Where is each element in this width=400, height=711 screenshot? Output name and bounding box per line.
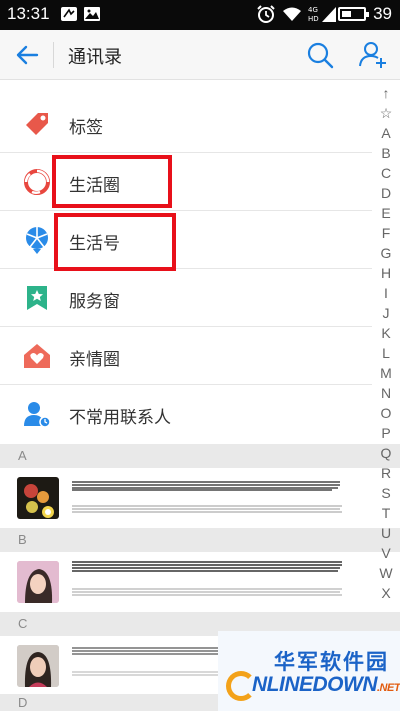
index-letter[interactable]: F <box>372 225 400 241</box>
index-letter[interactable]: D <box>372 185 400 201</box>
index-letter[interactable]: S <box>372 485 400 501</box>
app-bar: 通讯录 <box>0 30 400 80</box>
menu-item-family-circle[interactable]: 亲情圈 <box>0 327 372 385</box>
redacted-name-scribble <box>72 561 342 596</box>
watermark-english-text: NLINEDOWN.NET <box>252 673 400 697</box>
index-letter[interactable]: R <box>372 465 400 481</box>
menu-item-infrequent-contacts[interactable]: 不常用联系人 <box>0 385 372 443</box>
index-letter[interactable]: X <box>372 585 400 601</box>
status-time: 13:31 <box>7 4 50 23</box>
index-letter[interactable]: W <box>372 565 400 581</box>
index-letter[interactable]: E <box>372 205 400 221</box>
index-letter[interactable]: N <box>372 385 400 401</box>
alarm-icon <box>257 5 275 23</box>
menu-item-label: 标签 <box>69 118 103 138</box>
family-circle-icon <box>24 344 50 368</box>
index-letter[interactable]: B <box>372 145 400 161</box>
menu-item-label: 亲情圈 <box>69 350 120 370</box>
menu-item-label: 服务窗 <box>69 292 120 312</box>
onlinedown-watermark-logo: 华军软件园 NLINEDOWN.NET <box>218 631 400 711</box>
notification-icon <box>61 7 77 21</box>
section-header-a: A <box>0 444 400 468</box>
menu-item-service-window[interactable]: 服务窗 <box>0 269 372 327</box>
avatar <box>17 561 59 603</box>
wifi-icon <box>283 7 301 21</box>
menu-item-tags[interactable]: 标签 <box>0 95 372 153</box>
svg-text:HD: HD <box>308 15 319 23</box>
svg-text:4G: 4G <box>308 6 318 14</box>
index-letter[interactable]: P <box>372 425 400 441</box>
infrequent-contact-icon <box>24 402 51 428</box>
service-window-icon <box>27 286 47 310</box>
index-letter[interactable]: T <box>372 505 400 521</box>
index-letter[interactable]: O <box>372 405 400 421</box>
index-letter[interactable]: U <box>372 525 400 541</box>
index-letter[interactable]: I <box>372 285 400 301</box>
index-letter[interactable]: M <box>372 365 400 381</box>
index-letter[interactable]: ☆ <box>372 105 400 122</box>
index-letter[interactable]: C <box>372 165 400 181</box>
avatar <box>17 645 59 687</box>
alphabet-index-bar[interactable]: ↑ ☆ A B C D E F G H I J K L M N O P Q R S T U V W X <box>372 85 400 630</box>
battery-icon <box>338 7 369 21</box>
app-bar-divider <box>53 42 54 68</box>
index-letter[interactable]: V <box>372 545 400 561</box>
section-header-b: B <box>0 528 400 552</box>
highlight-box-life-account <box>54 213 176 271</box>
redacted-name-scribble <box>72 481 342 513</box>
watermark-english-word: NLINEDOWN <box>252 673 378 696</box>
watermark-chinese-text: 华军软件园 <box>274 650 389 674</box>
index-letter[interactable]: Q <box>372 445 400 461</box>
image-icon <box>84 7 100 21</box>
contact-row[interactable] <box>0 468 372 530</box>
status-bar: 13:31 4G HD 39 <box>0 0 400 30</box>
watermark-suffix: .NET <box>377 682 400 694</box>
add-contact-icon[interactable] <box>358 40 388 70</box>
battery-level: 39 <box>373 4 392 23</box>
avatar <box>17 477 59 519</box>
life-account-icon <box>26 227 48 254</box>
tag-icon <box>26 113 48 135</box>
back-arrow-icon[interactable] <box>14 42 40 68</box>
menu-item-label: 不常用联系人 <box>69 408 171 428</box>
index-letter[interactable]: L <box>372 345 400 361</box>
index-letter[interactable]: K <box>372 325 400 341</box>
index-letter[interactable]: J <box>372 305 400 321</box>
highlight-box-life-circle <box>52 155 172 208</box>
index-letter[interactable]: ↑ <box>372 85 400 101</box>
index-letter[interactable]: H <box>372 265 400 281</box>
search-icon[interactable] <box>306 41 334 69</box>
life-circle-icon <box>24 169 50 195</box>
page-title: 通讯录 <box>68 47 122 68</box>
contact-row[interactable] <box>0 552 372 614</box>
index-letter[interactable]: A <box>372 125 400 141</box>
index-letter[interactable]: G <box>372 245 400 261</box>
signal-icon: 4G HD <box>308 6 336 23</box>
